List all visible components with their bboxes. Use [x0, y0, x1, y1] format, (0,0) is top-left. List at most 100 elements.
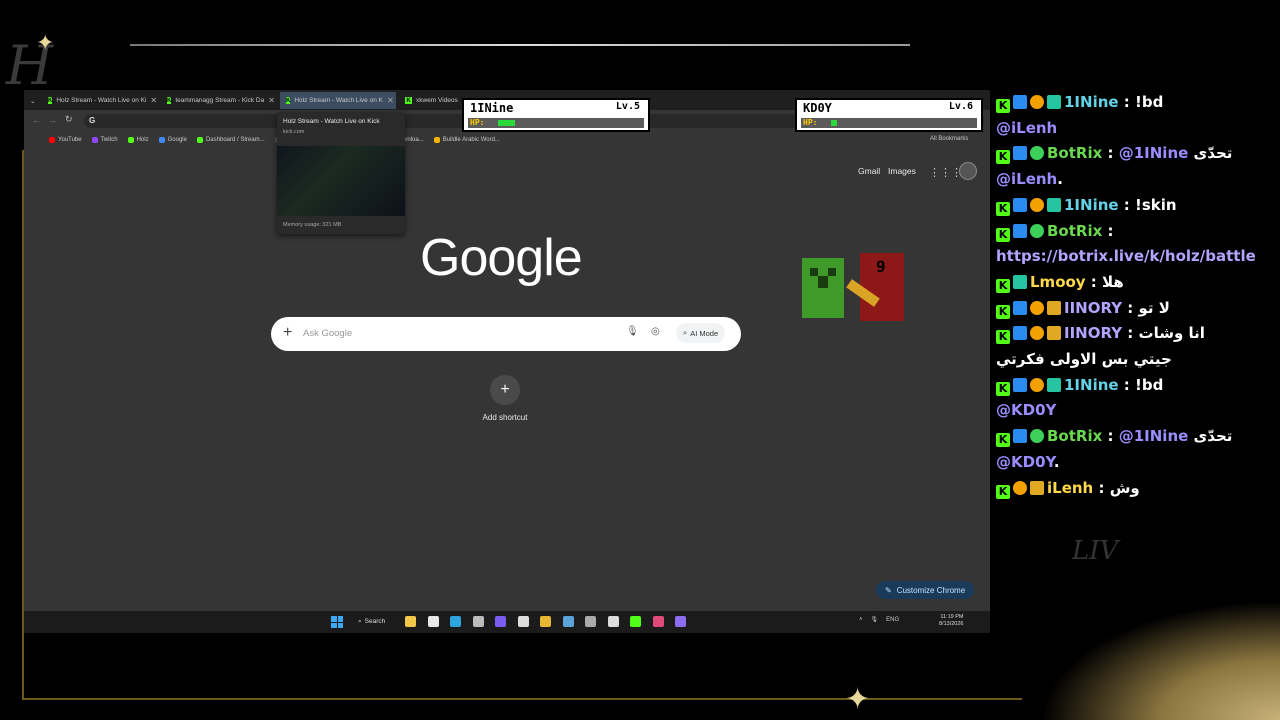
badge-icon — [1013, 95, 1027, 109]
bookmark-item[interactable]: Holz — [127, 137, 149, 143]
hp-fill — [831, 120, 837, 126]
chat-text: وش — [1109, 478, 1140, 497]
add-shortcut-button[interactable]: + — [490, 375, 520, 405]
chat-message: K 1INine : !bd @KD0Y — [996, 373, 1262, 424]
tab[interactable]: K teammanagg Stream - Kick Da ✕ — [161, 92, 277, 109]
bookmark-item[interactable]: Twitch — [91, 137, 118, 143]
chrome-icon[interactable] — [540, 616, 551, 627]
microphone-icon[interactable]: 🎙 — [626, 326, 639, 337]
clock[interactable]: 11:19 PM 8/13/2026 — [939, 614, 963, 628]
forward-icon[interactable]: → — [48, 115, 57, 125]
file-explorer-icon[interactable] — [405, 616, 416, 627]
tab[interactable]: K Holz Stream - Watch Live on Ki ✕ — [42, 92, 158, 109]
gmail-link[interactable]: Gmail — [858, 166, 880, 176]
chat-username[interactable]: 1INine — [1064, 93, 1119, 111]
language-indicator[interactable]: ENG — [886, 617, 899, 623]
badge-icon — [1030, 146, 1044, 161]
chat-username[interactable]: 1INine — [1064, 376, 1119, 394]
all-bookmarks-button[interactable]: All Bookmarks — [930, 136, 968, 142]
chat-message: K BotRix : @1INine تحدّى @iLenh. — [996, 141, 1262, 192]
badge-icon: K — [996, 150, 1010, 165]
badge-icon — [1047, 197, 1061, 212]
kick-icon: K — [405, 97, 412, 104]
chat-text: https://botrix.live/k/holz/battle — [996, 247, 1256, 266]
player-name: 1INine — [470, 101, 514, 115]
close-icon[interactable]: ✕ — [150, 96, 157, 105]
tab-search-icon[interactable]: ⌄ — [24, 92, 38, 109]
bookmark-item[interactable]: YouTube — [49, 137, 82, 143]
bookmark-item[interactable]: Dashboard / Stream... — [196, 137, 265, 143]
lens-icon[interactable]: ◎ — [651, 326, 660, 337]
avatar[interactable] — [959, 162, 977, 180]
customize-chrome-button[interactable]: ✎ Customize Chrome — [876, 581, 975, 599]
chat-separator: : — [1118, 93, 1136, 111]
chat-text: لا تو — [1138, 298, 1170, 317]
chat-username[interactable]: 1INine — [1064, 196, 1119, 214]
plus-icon[interactable]: + — [283, 324, 292, 342]
chat-separator: : — [1102, 144, 1119, 163]
memory-usage: Memory usage: 321 MB — [283, 222, 342, 228]
windows-start-icon[interactable] — [331, 616, 343, 628]
system-tray: ˄ 🎙 ENG — [859, 616, 899, 624]
app-grid-icon[interactable] — [472, 616, 484, 627]
chevron-up-icon[interactable]: ˄ — [859, 617, 863, 623]
microphone-icon[interactable]: 🎙 — [871, 616, 879, 623]
apps-grid-icon[interactable]: ⋮⋮⋮ — [929, 166, 962, 179]
purple-app-icon[interactable] — [675, 616, 686, 627]
arrow-app-icon[interactable] — [630, 616, 641, 627]
chat-username[interactable]: IINORY — [1064, 324, 1122, 342]
chat-separator: : — [1118, 375, 1136, 394]
reload-icon[interactable]: ↻ — [65, 114, 73, 125]
chat-username[interactable]: BotRix — [1047, 144, 1102, 162]
badge-icon — [1013, 197, 1027, 212]
chat-username[interactable]: IINORY — [1064, 299, 1122, 317]
chat-username[interactable]: BotRix — [1047, 222, 1102, 240]
store-icon[interactable] — [427, 616, 439, 627]
chat-message: K 1INine : !bd @iLenh — [996, 90, 1262, 141]
images-link[interactable]: Images — [888, 166, 916, 176]
chat-username[interactable]: BotRix — [1047, 427, 1102, 445]
badge-icon — [1030, 223, 1044, 238]
google-logo: Google — [420, 229, 583, 287]
bookmark-item[interactable]: Google — [158, 137, 187, 143]
add-shortcut-label: Add shortcut — [482, 413, 528, 422]
search-input[interactable]: Ask Google — [303, 328, 352, 339]
keyboard-icon[interactable] — [585, 616, 596, 627]
creeper-sprite — [802, 258, 844, 318]
bookmark-label: Twitch — [100, 137, 118, 143]
chat-separator: : — [1093, 478, 1110, 497]
taskbar: ⌕ Search ˄ 🎙 ENG 11:19 PM 8/13/2026 — [24, 611, 990, 633]
chat-text: !skin — [1135, 195, 1177, 214]
badge-icon: K — [996, 330, 1010, 345]
chat-username[interactable]: iLenh — [1047, 479, 1093, 497]
back-icon[interactable]: ← — [32, 115, 41, 125]
decoration — [1040, 600, 1280, 720]
tab[interactable]: K Holz Stream - Watch Live on K ✕ — [280, 92, 396, 109]
chat-separator: : — [1102, 221, 1114, 240]
customize-chrome-label: Customize Chrome — [896, 585, 966, 595]
badge-icon: K — [996, 201, 1010, 216]
close-icon[interactable]: ✕ — [387, 96, 394, 105]
badge-icon — [1030, 95, 1044, 109]
close-icon[interactable]: ✕ — [268, 96, 275, 105]
badge-icon — [1013, 300, 1027, 315]
star-icon: ✦ — [36, 30, 55, 55]
back-arrow-icon[interactable] — [607, 616, 619, 627]
discord-icon[interactable] — [495, 616, 506, 627]
chat-message: K Lmooy : هلا — [996, 270, 1262, 296]
player-name: KD0Y — [803, 101, 832, 115]
kick-icon: K — [167, 97, 172, 104]
chat-separator: : — [1118, 195, 1136, 214]
search-box[interactable]: + Ask Google 🎙 ◎ ⌕ AI Mode — [271, 317, 741, 351]
badge-icon — [1047, 300, 1061, 315]
taskbar-search-button[interactable]: ⌕ Search — [353, 615, 390, 628]
kick-icon: K — [48, 97, 53, 104]
steam-icon[interactable] — [562, 616, 574, 627]
ai-mode-button[interactable]: ⌕ AI Mode — [676, 323, 726, 343]
bookmark-item[interactable]: Buildle Arabic Word... — [433, 137, 500, 143]
taskbar-search-label: Search — [364, 618, 386, 625]
obs-icon[interactable] — [517, 616, 529, 627]
chat-username[interactable]: Lmooy — [1030, 273, 1086, 291]
pink-app-icon[interactable] — [652, 616, 664, 627]
edge-icon[interactable] — [450, 616, 461, 627]
